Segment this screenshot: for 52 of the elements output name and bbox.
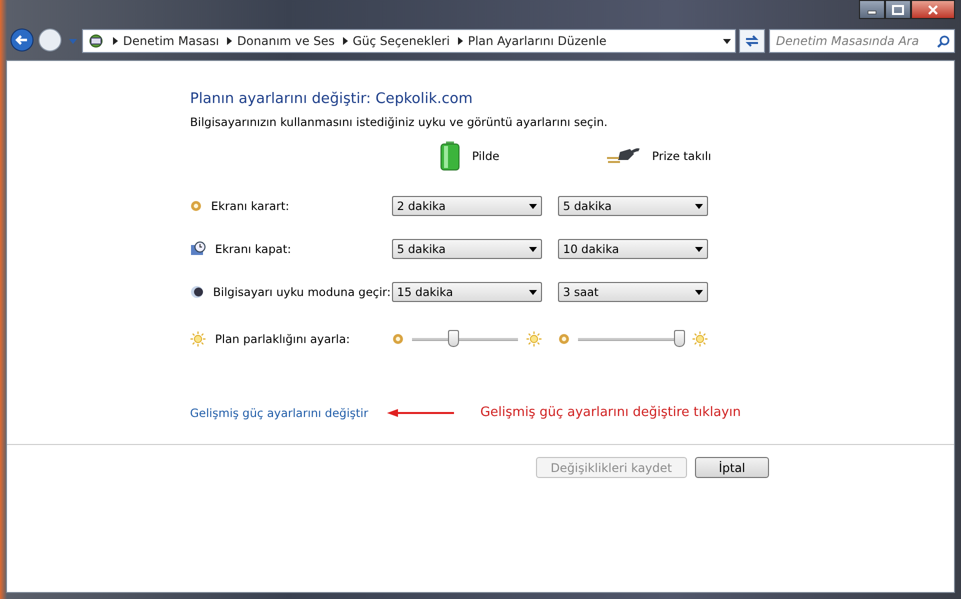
advanced-settings-link[interactable]: Gelişmiş güç ayarlarını değiştir [190, 406, 368, 420]
sun-icon [190, 331, 206, 347]
chevron-icon [458, 37, 463, 45]
breadcrumb-link[interactable]: Plan Ayarlarını Düzenle [468, 34, 607, 48]
dropdown-caret-icon[interactable] [723, 38, 731, 44]
cancel-button[interactable]: İptal [695, 457, 769, 478]
arrow-icon [386, 408, 456, 418]
setting-label: Plan parlaklığını ayarla: [215, 332, 350, 346]
back-button[interactable] [10, 28, 36, 54]
dim-icon [190, 200, 202, 212]
dim-icon [558, 333, 570, 345]
control-panel-icon [87, 33, 105, 49]
refresh-icon [744, 34, 760, 48]
battery-icon [440, 141, 460, 171]
dropdown[interactable]: 15 dakika [392, 282, 542, 302]
chevron-icon [342, 37, 348, 45]
slider-thumb[interactable] [674, 330, 685, 347]
breadcrumb-link[interactable]: Donanım ve Ses [237, 34, 335, 48]
page-heading: Planın ayarlarını değiştir: Cepkolik.com [190, 91, 474, 107]
description-text: Bilgisayarınızın kullanmasını istediğiniz uyku ve görüntü ayarlarını seçin. [190, 115, 609, 129]
address-bar[interactable]: Denetim Masası Donanım ve Ses Güç Seçenekleri Plan Ayarlarını Düzenle [82, 29, 736, 53]
dropdown[interactable]: 2 dakika [392, 196, 542, 216]
display-clock-icon [190, 241, 206, 257]
dropdown[interactable]: 5 dakika [558, 196, 708, 216]
maximize-icon [892, 4, 904, 14]
close-button[interactable] [911, 0, 955, 19]
moon-icon [190, 285, 204, 299]
annotation-text: Gelişmiş güç ayarlarını değiştire tıklayın [480, 405, 741, 420]
search-icon[interactable] [937, 34, 950, 48]
setting-label: Ekranı kapat: [215, 242, 292, 256]
chevron-icon [113, 37, 118, 45]
breadcrumb-link[interactable]: Denetim Masası [123, 34, 220, 48]
dim-icon [392, 333, 404, 345]
search-box[interactable]: Denetim Masasında Ara [769, 29, 955, 53]
minimize-button[interactable] [859, 0, 885, 19]
close-icon [927, 4, 939, 14]
maximize-button[interactable] [885, 0, 911, 19]
sun-icon [692, 331, 708, 347]
dropdown[interactable]: 5 dakika [392, 239, 542, 259]
column-label: Prize takılı [652, 149, 712, 163]
column-label: Pilde [472, 149, 500, 163]
refresh-button[interactable] [739, 29, 765, 53]
forward-button[interactable] [38, 28, 64, 54]
slider-thumb[interactable] [448, 330, 460, 347]
dropdown[interactable]: 10 dakika [558, 239, 708, 259]
setting-label: Bilgisayarı uyku moduna geçir: [213, 285, 391, 299]
sun-icon [526, 331, 542, 347]
setting-label: Ekranı karart: [211, 199, 290, 213]
chevron-icon [227, 37, 232, 45]
breadcrumb-link[interactable]: Güç Seçenekleri [352, 34, 450, 48]
dropdown[interactable]: 3 saat [558, 282, 708, 302]
plug-icon [606, 146, 640, 166]
